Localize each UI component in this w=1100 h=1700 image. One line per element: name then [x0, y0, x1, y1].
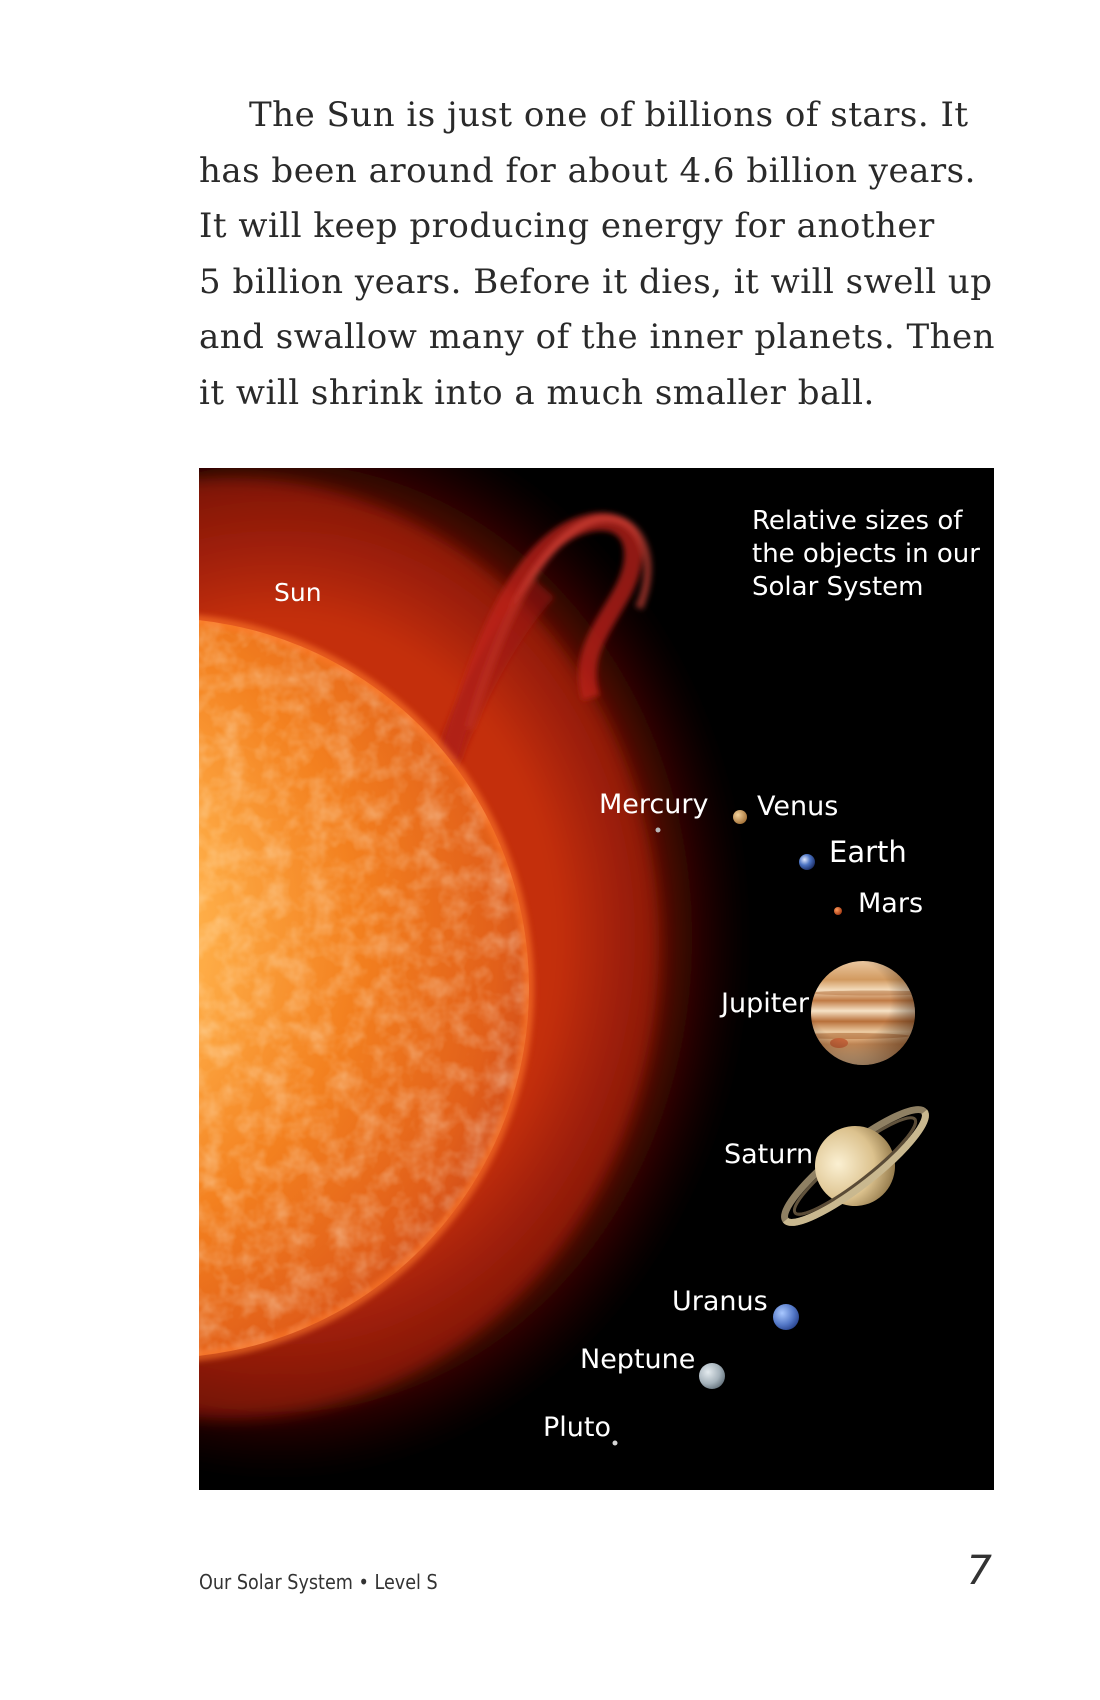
caption-line: Solar System — [752, 572, 924, 602]
label-sun: Sun — [274, 578, 322, 607]
label-saturn: Saturn — [724, 1139, 814, 1170]
label-venus: Venus — [757, 791, 839, 822]
paragraph-line: 5 billion years. Before it dies, it will… — [199, 261, 993, 302]
label-jupiter: Jupiter — [721, 988, 810, 1019]
paragraph-line: has been around for about 4.6 billion ye… — [199, 150, 976, 191]
venus — [733, 810, 747, 824]
caption-line: the objects in our — [752, 539, 980, 569]
paragraph-line: The Sun is just one of billions of stars… — [249, 95, 969, 135]
paragraph-line: It will keep producing energy for anothe… — [199, 206, 935, 246]
label-pluto: Pluto — [543, 1412, 612, 1443]
label-uranus: Uranus — [672, 1286, 768, 1317]
mercury — [655, 827, 661, 833]
label-neptune: Neptune — [580, 1344, 696, 1375]
earth — [799, 854, 815, 870]
label-mars: Mars — [858, 888, 924, 919]
solar-system-illustration — [199, 468, 929, 1478]
paragraph-line: and swallow many of the inner planets. T… — [199, 317, 996, 357]
figure-caption: Relative sizes of the objects in our Sol… — [752, 505, 980, 604]
label-earth: Earth — [829, 835, 907, 869]
uranus — [773, 1304, 799, 1330]
body-paragraph: The Sun is just one of billions of stars… — [199, 88, 996, 421]
page-number: 7 — [966, 1548, 992, 1594]
footer-book-title: Our Solar System • Level S — [199, 1570, 438, 1594]
mars — [834, 907, 842, 915]
neptune — [699, 1363, 725, 1389]
jupiter — [811, 961, 915, 1065]
label-mercury: Mercury — [599, 789, 709, 820]
caption-line: Relative sizes of — [752, 506, 963, 536]
solar-system-figure: Relative sizes of the objects in our Sol… — [199, 468, 994, 1490]
pluto — [612, 1440, 618, 1446]
paragraph-line: it will shrink into a much smaller ball. — [199, 372, 875, 413]
